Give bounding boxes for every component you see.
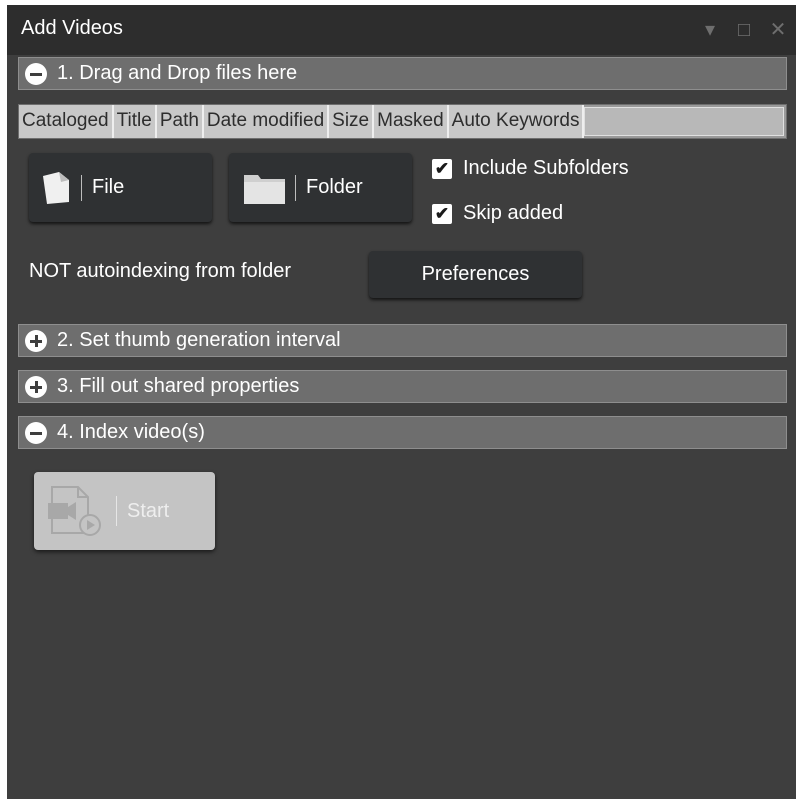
app-window: Add Videos ▾ □ ✕ 1. Drag and Drop files … bbox=[0, 0, 801, 804]
folder-button-label: Folder bbox=[306, 176, 363, 198]
section-label: 1. Drag and Drop files here bbox=[57, 62, 298, 84]
close-icon[interactable]: ✕ bbox=[768, 19, 788, 41]
add-file-button[interactable]: File bbox=[29, 153, 212, 222]
section-label: 2. Set thumb generation interval bbox=[57, 329, 341, 351]
folder-icon bbox=[243, 171, 287, 205]
include-subfolders-checkbox[interactable]: ✔ bbox=[432, 158, 452, 179]
column-cataloged[interactable]: Cataloged bbox=[19, 105, 114, 138]
preferences-button[interactable]: Preferences bbox=[369, 251, 582, 298]
button-separator bbox=[295, 174, 296, 201]
add-videos-panel: Add Videos ▾ □ ✕ 1. Drag and Drop files … bbox=[7, 5, 796, 799]
file-table-header: Cataloged Title Path Date modified Size … bbox=[18, 104, 787, 139]
collapse-icon[interactable] bbox=[25, 62, 47, 85]
preferences-button-label: Preferences bbox=[421, 263, 530, 285]
skip-added-checkbox[interactable]: ✔ bbox=[432, 203, 452, 224]
section-label: 4. Index video(s) bbox=[57, 421, 205, 443]
column-path[interactable]: Path bbox=[156, 105, 204, 138]
column-date-modified[interactable]: Date modified bbox=[203, 105, 330, 138]
section-header-index-videos[interactable]: 4. Index video(s) bbox=[18, 416, 787, 449]
title-bar: Add Videos ▾ □ ✕ bbox=[7, 5, 796, 55]
button-separator bbox=[116, 496, 117, 526]
column-masked[interactable]: Masked bbox=[374, 105, 449, 138]
include-subfolders-label: Include Subfolders bbox=[463, 157, 629, 179]
section-label: 3. Fill out shared properties bbox=[57, 375, 300, 397]
maximize-icon[interactable]: □ bbox=[734, 19, 754, 41]
add-folder-button[interactable]: Folder bbox=[229, 153, 412, 222]
autoindex-status: NOT autoindexing from folder bbox=[29, 260, 291, 282]
expand-icon[interactable] bbox=[25, 329, 47, 352]
skip-added-option[interactable]: ✔ Skip added bbox=[432, 202, 563, 225]
section-header-thumb-interval[interactable]: 2. Set thumb generation interval bbox=[18, 324, 787, 357]
document-icon bbox=[39, 170, 73, 206]
video-play-icon bbox=[46, 485, 108, 537]
column-filler bbox=[584, 107, 784, 136]
skip-added-label: Skip added bbox=[463, 202, 564, 224]
start-index-button[interactable]: Start bbox=[34, 472, 215, 550]
include-subfolders-option[interactable]: ✔ Include Subfolders bbox=[432, 157, 629, 180]
column-size[interactable]: Size bbox=[329, 105, 375, 138]
window-controls: ▾ □ ✕ bbox=[700, 19, 788, 41]
section-header-shared-properties[interactable]: 3. Fill out shared properties bbox=[18, 370, 787, 403]
expand-icon[interactable] bbox=[25, 375, 47, 398]
button-separator bbox=[81, 174, 82, 201]
file-button-label: File bbox=[92, 176, 125, 198]
column-title[interactable]: Title bbox=[113, 105, 157, 138]
dropdown-icon[interactable]: ▾ bbox=[700, 19, 720, 41]
window-title: Add Videos bbox=[21, 17, 123, 39]
start-button-label: Start bbox=[127, 499, 170, 522]
section-header-drag-drop[interactable]: 1. Drag and Drop files here bbox=[18, 57, 787, 90]
column-auto-keywords[interactable]: Auto Keywords bbox=[448, 105, 585, 138]
collapse-icon[interactable] bbox=[25, 421, 47, 444]
